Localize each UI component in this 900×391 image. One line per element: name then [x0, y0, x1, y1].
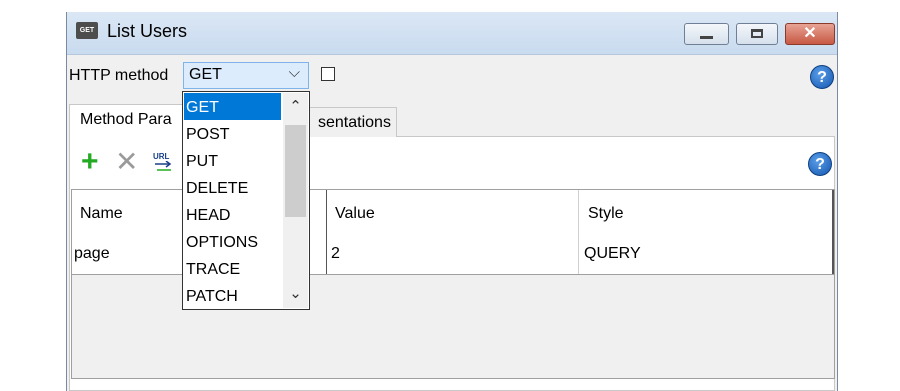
option-delete[interactable]: DELETE [184, 174, 281, 201]
add-parameter-icon[interactable]: + [81, 147, 99, 177]
cell-style[interactable]: QUERY [584, 245, 641, 263]
title-bar[interactable]: GET List Users ✕ [67, 12, 837, 55]
tab-label: Method Para [80, 111, 172, 128]
option-get[interactable]: GET [184, 93, 281, 120]
column-header-name[interactable]: Name [80, 205, 123, 223]
http-method-label: HTTP method [69, 67, 169, 84]
dropdown-scrollbar[interactable]: ⌃ ⌄ [283, 93, 308, 308]
close-button[interactable]: ✕ [785, 23, 835, 45]
url-arrow-icon [155, 161, 172, 171]
window-title: List Users [107, 21, 188, 41]
tab-label: sentations [318, 114, 391, 131]
column-header-style[interactable]: Style [588, 205, 624, 223]
option-trace[interactable]: TRACE [184, 255, 281, 282]
column-header-value[interactable]: Value [335, 205, 375, 223]
minimize-icon [700, 36, 713, 39]
scroll-up-icon[interactable]: ⌃ [283, 93, 308, 121]
get-method-icon: GET [76, 22, 98, 39]
maximize-button[interactable] [736, 23, 778, 45]
option-patch[interactable]: PATCH [184, 282, 281, 309]
tab-method-parameters[interactable]: Method Para [69, 104, 184, 138]
table-right-border [832, 190, 834, 274]
url-parameter-icon[interactable]: URL [153, 152, 175, 172]
method-checkbox[interactable] [321, 67, 335, 81]
chevron-down-icon: ⌵ [288, 64, 300, 81]
help-icon[interactable]: ? [810, 65, 834, 89]
maximize-icon [751, 29, 763, 38]
tab-representations[interactable]: sentations [307, 107, 397, 137]
minimize-button[interactable] [684, 23, 729, 45]
http-method-value: GET [189, 66, 222, 83]
panel-help-icon[interactable]: ? [808, 152, 832, 176]
close-icon: ✕ [803, 25, 817, 42]
http-method-select[interactable]: GET ⌵ [183, 62, 309, 89]
cell-value[interactable]: 2 [331, 245, 340, 263]
option-head[interactable]: HEAD [184, 201, 281, 228]
remove-parameter-icon[interactable]: ✕ [115, 147, 138, 177]
url-icon-text: URL [153, 152, 170, 161]
option-post[interactable]: POST [184, 120, 281, 147]
http-method-dropdown-list[interactable]: GET POST PUT DELETE HEAD OPTIONS TRACE P… [182, 91, 310, 310]
column-divider [326, 190, 327, 274]
scrollbar-thumb[interactable] [285, 125, 306, 217]
scroll-down-icon[interactable]: ⌄ [283, 280, 308, 308]
option-options[interactable]: OPTIONS [184, 228, 281, 255]
column-divider [578, 190, 579, 274]
cell-name[interactable]: page [74, 245, 110, 263]
option-put[interactable]: PUT [184, 147, 281, 174]
